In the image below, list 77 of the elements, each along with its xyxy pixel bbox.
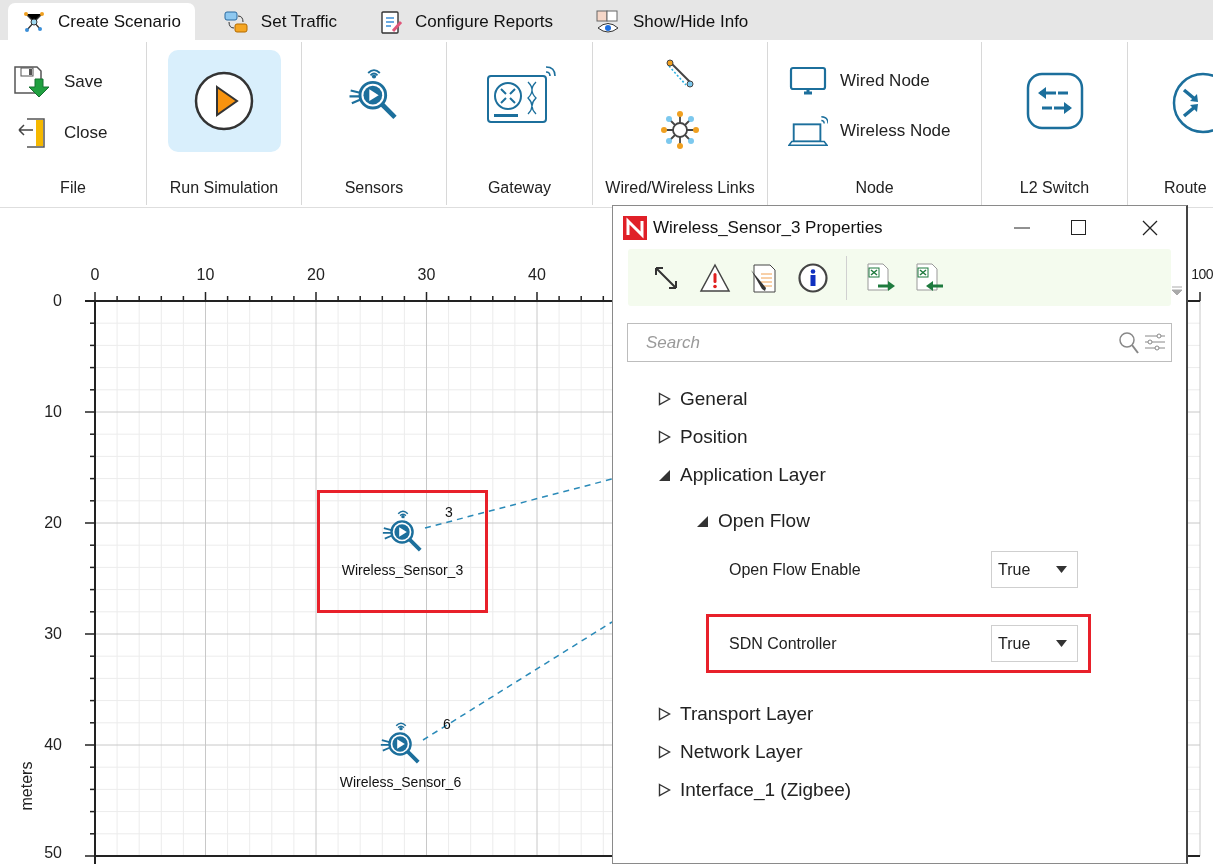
link-label: 3 (445, 503, 453, 522)
value-dropdown[interactable]: True (991, 625, 1078, 662)
link-label: 6 (443, 715, 451, 734)
property-label: SDN Controller (729, 633, 838, 654)
collapsed-arrow-icon[interactable] (658, 707, 671, 721)
node-label: Wireless_Sensor_3 (341, 561, 464, 580)
group-label: Gateway (487, 178, 552, 198)
axis-label: 10 (43, 402, 62, 422)
search-field[interactable]: Search (627, 323, 1172, 362)
traffic-icon (222, 9, 249, 34)
switch-icon[interactable] (1025, 72, 1084, 130)
minimize-icon (1014, 226, 1030, 229)
group-label: Node (855, 178, 894, 198)
axis-label: 30 (416, 265, 437, 285)
wireless-link-icon[interactable] (660, 110, 700, 150)
dropdown-caret-icon (1056, 566, 1067, 573)
save-icon (13, 64, 51, 99)
exit-icon (17, 116, 47, 149)
property-label: Open Flow Enable (729, 559, 862, 580)
tree-item[interactable]: General (613, 380, 1186, 418)
excel-import-icon[interactable] (913, 261, 945, 294)
play-icon (193, 70, 255, 132)
router-icon[interactable] (1172, 72, 1213, 134)
axis-label: 20 (306, 265, 326, 285)
node-button[interactable]: Wired Node (788, 65, 981, 96)
tree-item[interactable]: Application Layer (613, 456, 1186, 494)
group-label: File (60, 178, 86, 198)
axis-label: 10 (195, 265, 216, 285)
axis-label: 0 (89, 265, 101, 285)
group-label: L2 Switch (1019, 178, 1090, 198)
warning-icon[interactable] (699, 261, 731, 294)
tab[interactable]: Create Scenario (8, 3, 195, 40)
maximize-icon (1070, 220, 1086, 235)
axis-title: meters (17, 761, 37, 811)
close-icon (1142, 219, 1158, 236)
axis-label: 50 (43, 843, 62, 863)
laptop-icon (788, 113, 828, 148)
expanded-arrow-icon[interactable] (696, 514, 709, 528)
group-label: Run Simulation (169, 178, 279, 198)
network-icon (22, 9, 46, 34)
tab[interactable]: Set Traffic (208, 3, 352, 40)
group-label: Wired/Wireless Links (605, 178, 755, 198)
report-icon (379, 8, 404, 35)
collapsed-arrow-icon[interactable] (658, 745, 671, 759)
search-icon[interactable] (1118, 331, 1140, 355)
tree-item[interactable]: Position (613, 418, 1186, 456)
app-logo-icon (623, 215, 647, 240)
axis-label: 100 (1191, 265, 1213, 284)
axis-label: 40 (43, 735, 62, 755)
window-title: Wireless_Sensor_3 Properties (653, 216, 883, 239)
axis-label: 0 (52, 291, 62, 311)
wired-link-icon[interactable] (664, 58, 696, 90)
collapsed-arrow-icon[interactable] (658, 430, 671, 444)
info-icon[interactable] (797, 261, 829, 294)
dropdown-caret-icon (1056, 640, 1067, 647)
axis-label: 30 (43, 624, 62, 644)
excel-export-icon[interactable] (864, 261, 896, 294)
tree-item[interactable]: Interface_1 (Zigbee) (613, 771, 1186, 809)
collapsed-arrow-icon[interactable] (658, 392, 671, 406)
group-label: Sensors (344, 178, 404, 198)
tab[interactable]: Show/Hide Info (581, 3, 763, 40)
collapsed-arrow-icon[interactable] (658, 783, 671, 797)
monitor-icon (789, 65, 827, 96)
value-dropdown[interactable]: True (991, 551, 1078, 588)
save-button[interactable]: Save (12, 64, 146, 99)
run-simulation-button[interactable] (167, 50, 281, 152)
tab[interactable]: Configure Reports (365, 3, 568, 40)
axis-label: 20 (43, 513, 62, 533)
tree-item[interactable]: Transport Layer (613, 695, 1186, 733)
tree-item[interactable]: Open Flow (613, 502, 1186, 540)
node-button[interactable]: Wireless Node (788, 113, 981, 148)
group-label: Route (1164, 178, 1207, 198)
expanded-arrow-icon[interactable] (658, 468, 671, 482)
axis-label: 40 (527, 265, 547, 285)
node-label: Wireless_Sensor_6 (339, 773, 462, 792)
tree-item[interactable]: Network Layer (613, 733, 1186, 771)
close-button[interactable]: Close (12, 116, 146, 149)
